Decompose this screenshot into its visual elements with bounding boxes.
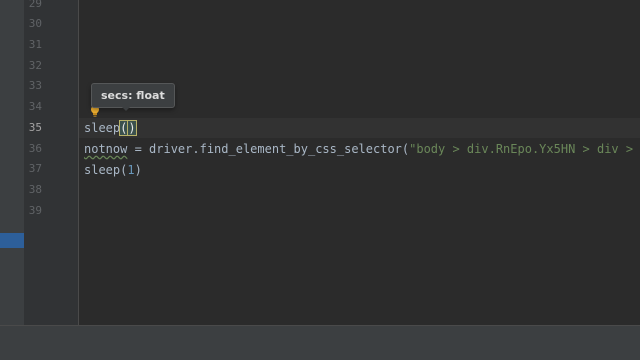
status-bar — [0, 325, 640, 360]
line-number: 33 — [28, 79, 42, 92]
tooltip-pointer — [121, 106, 131, 111]
line-number-current: 35 — [28, 121, 42, 134]
code-area[interactable]: sleep() notnow = driver.find_element_by_… — [84, 0, 640, 325]
css-selector-string: "body > div.RnEpo.Yx5HN > div > — [409, 142, 634, 156]
sleep-argument: 1 — [127, 163, 135, 177]
open-paren: ( — [119, 120, 129, 136]
line-number-gutter: 29 30 31 32 34 33 35 36 37 38 39 — [24, 0, 79, 325]
line-number: 31 — [28, 38, 42, 51]
close-paren: ) — [127, 120, 137, 136]
line-number: 30 — [28, 17, 42, 30]
variable-notnow[interactable]: notnow — [84, 142, 127, 156]
line-number: 37 — [28, 162, 42, 175]
assignment-expression: = driver.find_element_by_css_selector( — [127, 142, 410, 156]
close-paren: ) — [134, 163, 142, 177]
code-line-36[interactable]: notnow = driver.find_element_by_css_sele… — [84, 141, 633, 157]
sleep-call[interactable]: sleep( — [84, 163, 127, 177]
line-number: 29 — [28, 0, 42, 10]
line-number: 39 — [28, 204, 42, 217]
code-editor[interactable]: 29 30 31 32 34 33 35 36 37 38 39 sleep()… — [0, 0, 640, 360]
line-number: 34 — [28, 100, 42, 113]
code-line-35[interactable]: sleep() — [84, 120, 137, 136]
line-number: 36 — [28, 142, 42, 155]
parameter-info-tooltip: secs: float — [91, 83, 175, 108]
tool-window-selection[interactable] — [0, 233, 24, 248]
sleep-call[interactable]: sleep — [84, 121, 120, 135]
line-number: 38 — [28, 183, 42, 196]
line-number: 32 — [28, 59, 42, 72]
code-line-37[interactable]: sleep(1) — [84, 162, 142, 178]
